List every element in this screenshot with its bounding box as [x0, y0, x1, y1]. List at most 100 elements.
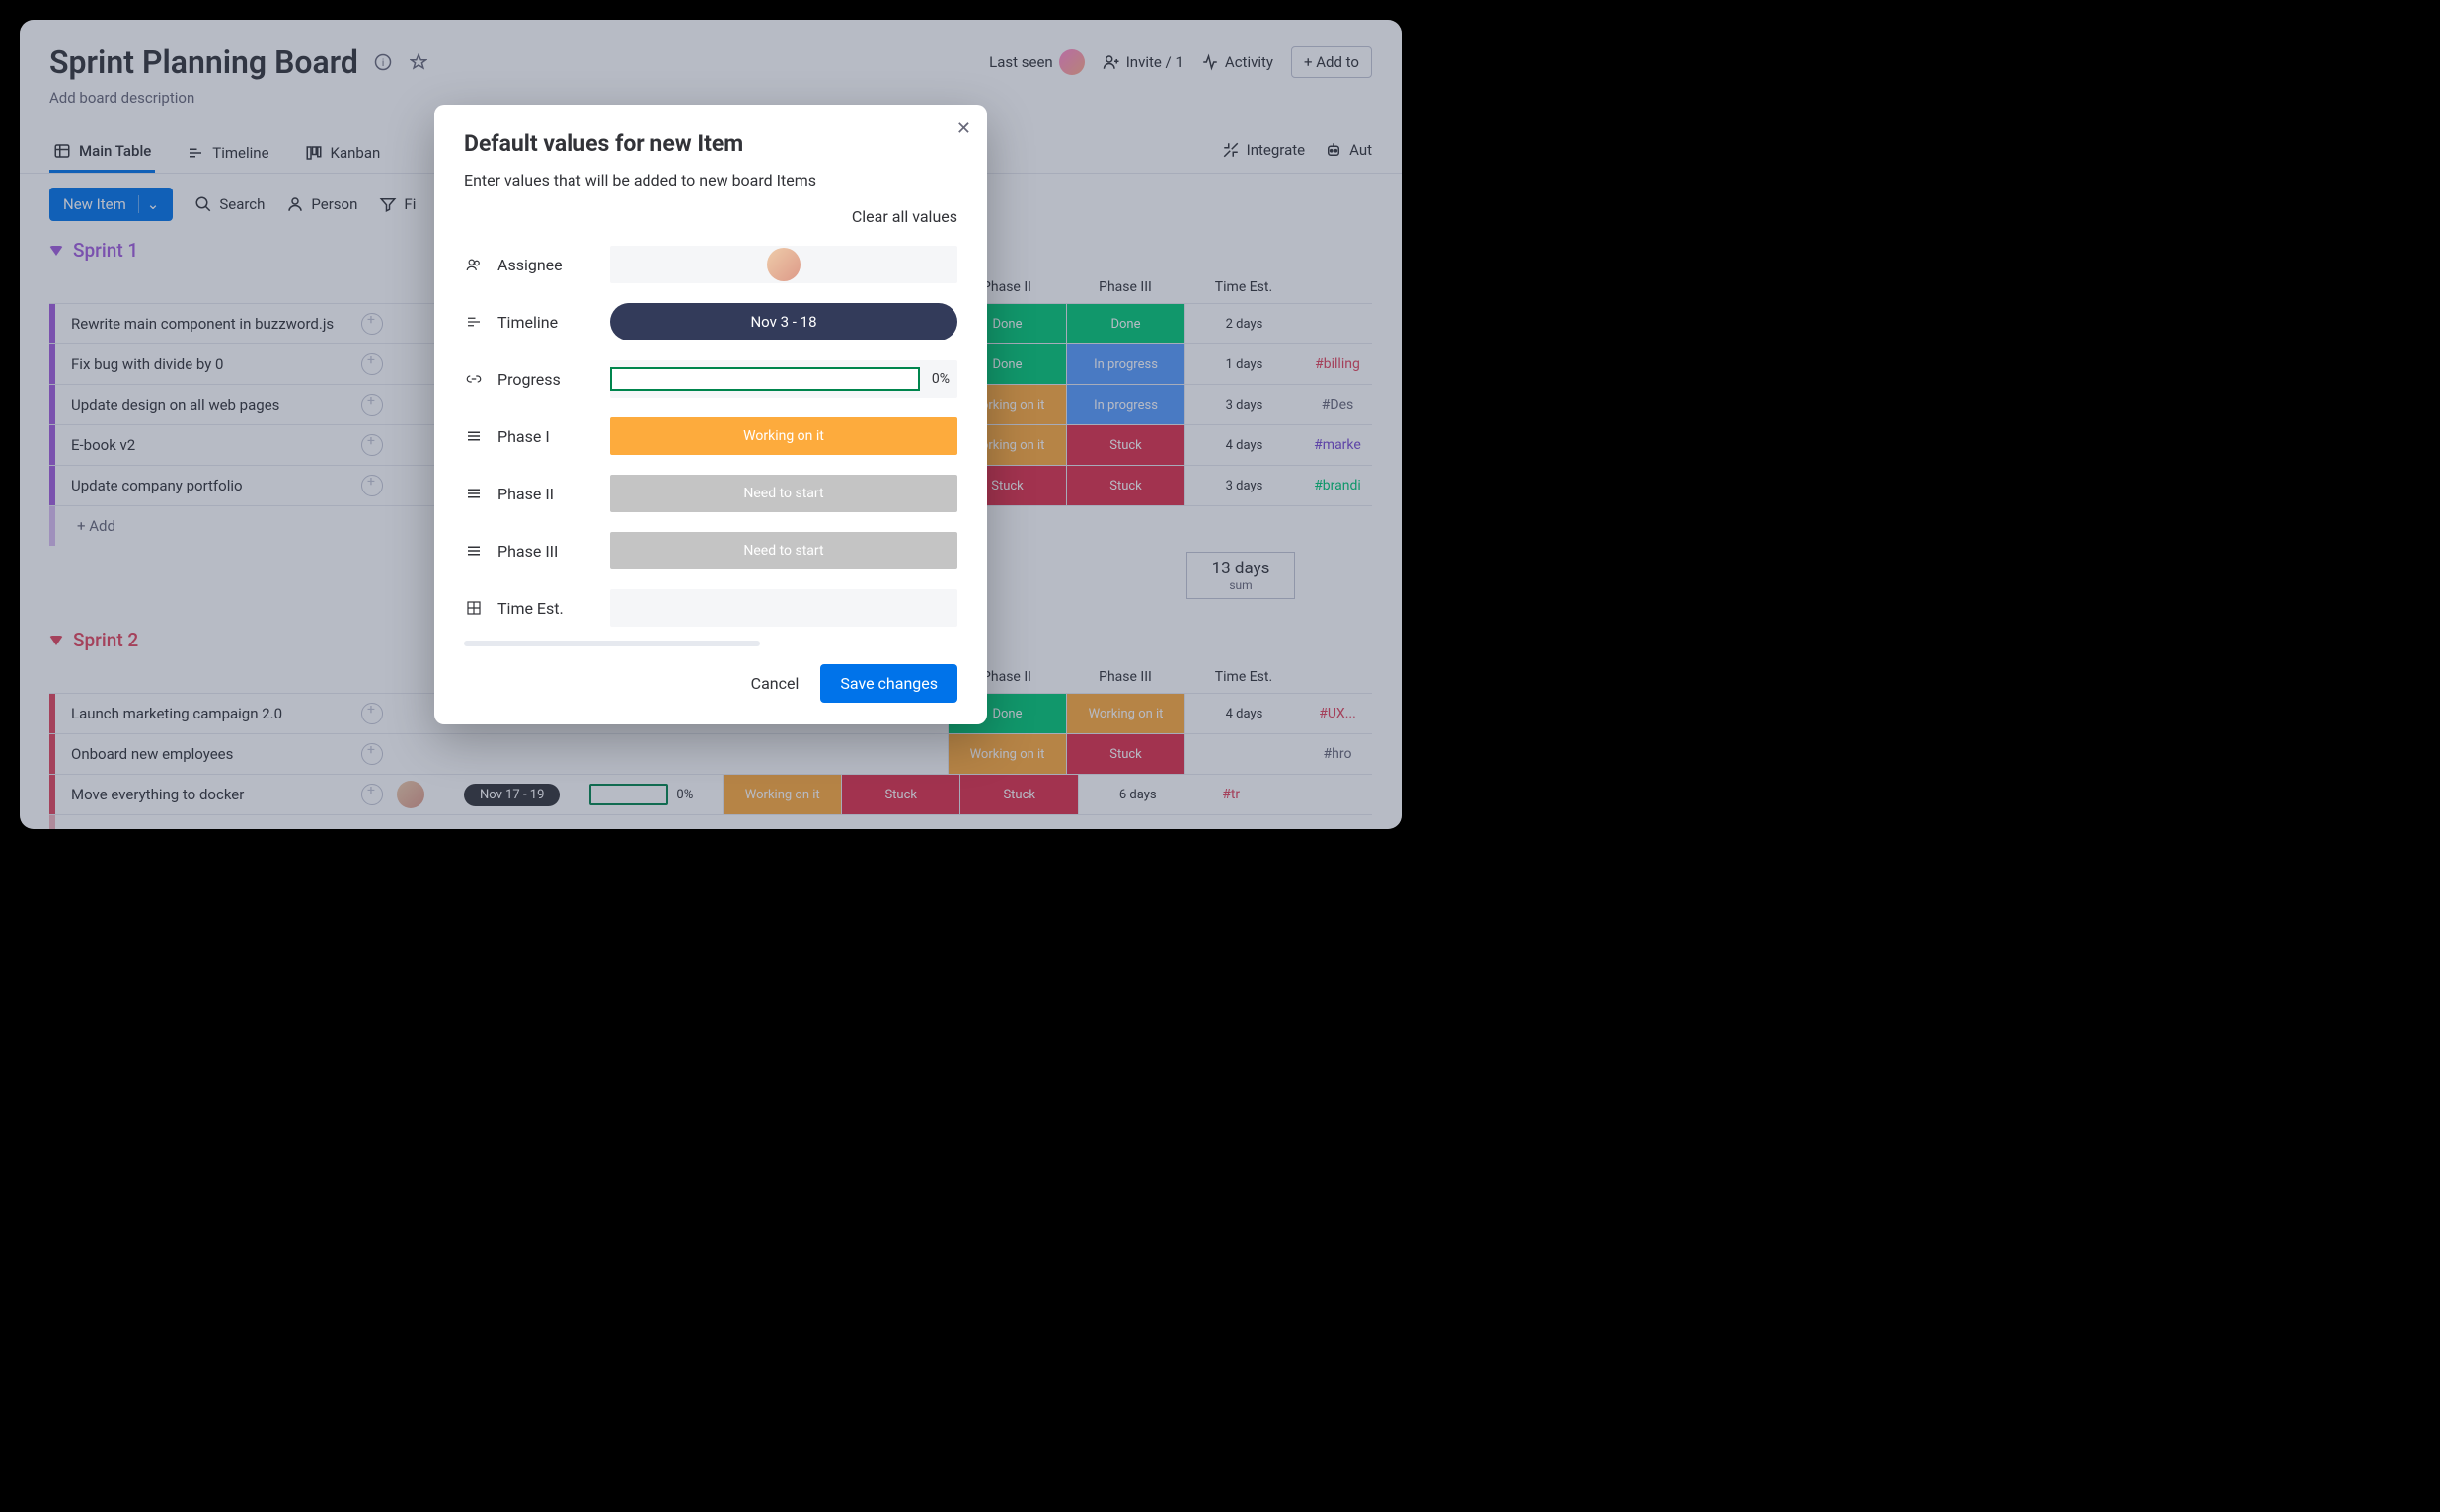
phase2-cell[interactable]: Stuck	[841, 775, 959, 814]
invite-button[interactable]: Invite / 1	[1103, 53, 1183, 71]
phase3-cell[interactable]: Working on it	[1066, 694, 1184, 733]
timeline-icon	[464, 313, 484, 331]
item-name[interactable]: Update design on all web pages	[55, 396, 361, 414]
field-timeest[interactable]: Time Est.	[464, 579, 957, 637]
assignee-value[interactable]	[610, 246, 957, 283]
chevron-down-icon[interactable]: ⌄	[138, 195, 160, 213]
item-name[interactable]: Move everything to docker	[55, 786, 361, 803]
phase3-cell[interactable]: In progress	[1066, 344, 1184, 384]
integrate-button[interactable]: Integrate	[1222, 141, 1305, 159]
list-icon	[464, 427, 484, 445]
list-icon	[464, 485, 484, 502]
timeest-cell[interactable]: 3 days	[1184, 466, 1303, 505]
item-name[interactable]: E-book v2	[55, 436, 361, 454]
col-timeest[interactable]: Time Est.	[1184, 271, 1303, 303]
board-title[interactable]: Sprint Planning Board	[49, 43, 358, 81]
phase1-cell[interactable]: Working on it	[723, 775, 841, 814]
timeest-cell[interactable]: 3 days	[1184, 385, 1303, 424]
item-name[interactable]: Onboard new employees	[55, 745, 361, 763]
phase3-cell[interactable]: Stuck	[1066, 466, 1184, 505]
modal-title: Default values for new Item	[464, 130, 957, 157]
progress-value[interactable]: 0%	[610, 360, 957, 398]
save-button[interactable]: Save changes	[820, 664, 957, 703]
timeline-value[interactable]: Nov 3 - 18	[610, 303, 957, 340]
add-item-row[interactable]: + Add	[49, 814, 1372, 829]
field-phase1[interactable]: Phase I Working on it	[464, 408, 957, 465]
link-icon	[464, 370, 484, 388]
caret-down-icon[interactable]	[49, 246, 63, 256]
tag-cell[interactable]: #brandi	[1303, 478, 1372, 493]
table-row[interactable]: Move everything to docker Nov 17 - 19 0%…	[49, 774, 1372, 814]
timeest-cell[interactable]	[1184, 734, 1303, 774]
phase3-cell[interactable]: Stuck	[959, 775, 1078, 814]
filter-button[interactable]: Fi	[379, 195, 416, 213]
phase3-value[interactable]: Need to start	[610, 532, 957, 569]
phase3-cell[interactable]: Done	[1066, 304, 1184, 343]
field-phase3[interactable]: Phase III Need to start	[464, 522, 957, 579]
tag-cell[interactable]: #UX...	[1303, 706, 1372, 721]
new-item-button[interactable]: New Item⌄	[49, 188, 173, 221]
phase3-cell[interactable]: In progress	[1066, 385, 1184, 424]
cancel-button[interactable]: Cancel	[751, 674, 800, 693]
timeest-cell[interactable]: 2 days	[1184, 304, 1303, 343]
col-timeest[interactable]: Time Est.	[1184, 661, 1303, 693]
activity-button[interactable]: Activity	[1201, 53, 1273, 71]
timeest-value[interactable]	[610, 589, 957, 627]
field-progress[interactable]: Progress 0%	[464, 350, 957, 408]
phase2-cell[interactable]: Working on it	[948, 734, 1066, 774]
timeline-cell[interactable]: Nov 17 - 19	[464, 784, 560, 806]
tag-cell[interactable]: #billing	[1303, 356, 1372, 372]
board-header: Sprint Planning Board i Last seen Invite…	[20, 20, 1402, 114]
item-name[interactable]: Update company portfolio	[55, 477, 361, 494]
field-phase2[interactable]: Phase II Need to start	[464, 465, 957, 522]
timeest-cell[interactable]: 6 days	[1078, 775, 1196, 814]
tag-cell[interactable]: #hro	[1303, 746, 1372, 762]
tab-kanban[interactable]: Kanban	[301, 134, 385, 172]
field-assignee[interactable]: Assignee	[464, 236, 957, 293]
tab-timeline[interactable]: Timeline	[183, 134, 272, 172]
timeest-cell[interactable]: 4 days	[1184, 694, 1303, 733]
col-phase3[interactable]: Phase III	[1066, 661, 1184, 693]
close-icon[interactable]: ✕	[956, 118, 971, 139]
progress-cell[interactable]	[589, 784, 668, 805]
star-icon[interactable]	[408, 51, 429, 73]
item-name[interactable]: Launch marketing campaign 2.0	[55, 705, 361, 722]
automate-button[interactable]: Aut	[1325, 141, 1372, 159]
tag-cell[interactable]: #tr	[1196, 787, 1265, 802]
item-name[interactable]: Fix bug with divide by 0	[55, 355, 361, 373]
chat-icon[interactable]	[361, 743, 383, 765]
scrollbar[interactable]	[464, 641, 760, 646]
search-button[interactable]: Search	[194, 195, 265, 213]
phase3-cell[interactable]: Stuck	[1066, 734, 1184, 774]
avatar-icon	[397, 781, 424, 808]
phase3-cell[interactable]: Stuck	[1066, 425, 1184, 465]
chat-icon[interactable]	[361, 394, 383, 416]
field-timeline[interactable]: Timeline Nov 3 - 18	[464, 293, 957, 350]
chat-icon[interactable]	[361, 353, 383, 375]
clear-all-button[interactable]: Clear all values	[464, 207, 957, 226]
chat-icon[interactable]	[361, 313, 383, 335]
col-phase3[interactable]: Phase III	[1066, 271, 1184, 303]
default-values-modal: ✕ Default values for new Item Enter valu…	[434, 105, 987, 724]
chat-icon[interactable]	[361, 784, 383, 805]
info-icon[interactable]: i	[372, 51, 394, 73]
table-row[interactable]: Onboard new employees Working on it Stuc…	[49, 733, 1372, 774]
last-seen[interactable]: Last seen	[989, 49, 1085, 75]
timeest-cell[interactable]: 1 days	[1184, 344, 1303, 384]
grid-icon	[464, 599, 484, 617]
timeest-cell[interactable]: 4 days	[1184, 425, 1303, 465]
caret-down-icon[interactable]	[49, 636, 63, 645]
person-filter[interactable]: Person	[286, 195, 357, 213]
tag-cell[interactable]: #Des	[1303, 397, 1372, 413]
avatar-icon	[1059, 49, 1085, 75]
add-to-button[interactable]: + Add to	[1291, 46, 1372, 78]
chat-icon[interactable]	[361, 475, 383, 496]
phase1-value[interactable]: Working on it	[610, 417, 957, 455]
phase2-value[interactable]: Need to start	[610, 475, 957, 512]
chat-icon[interactable]	[361, 434, 383, 456]
tab-main-table[interactable]: Main Table	[49, 132, 155, 173]
people-icon	[464, 256, 484, 273]
item-name[interactable]: Rewrite main component in buzzword.js	[55, 315, 361, 333]
tag-cell[interactable]: #marke	[1303, 437, 1372, 453]
chat-icon[interactable]	[361, 703, 383, 724]
